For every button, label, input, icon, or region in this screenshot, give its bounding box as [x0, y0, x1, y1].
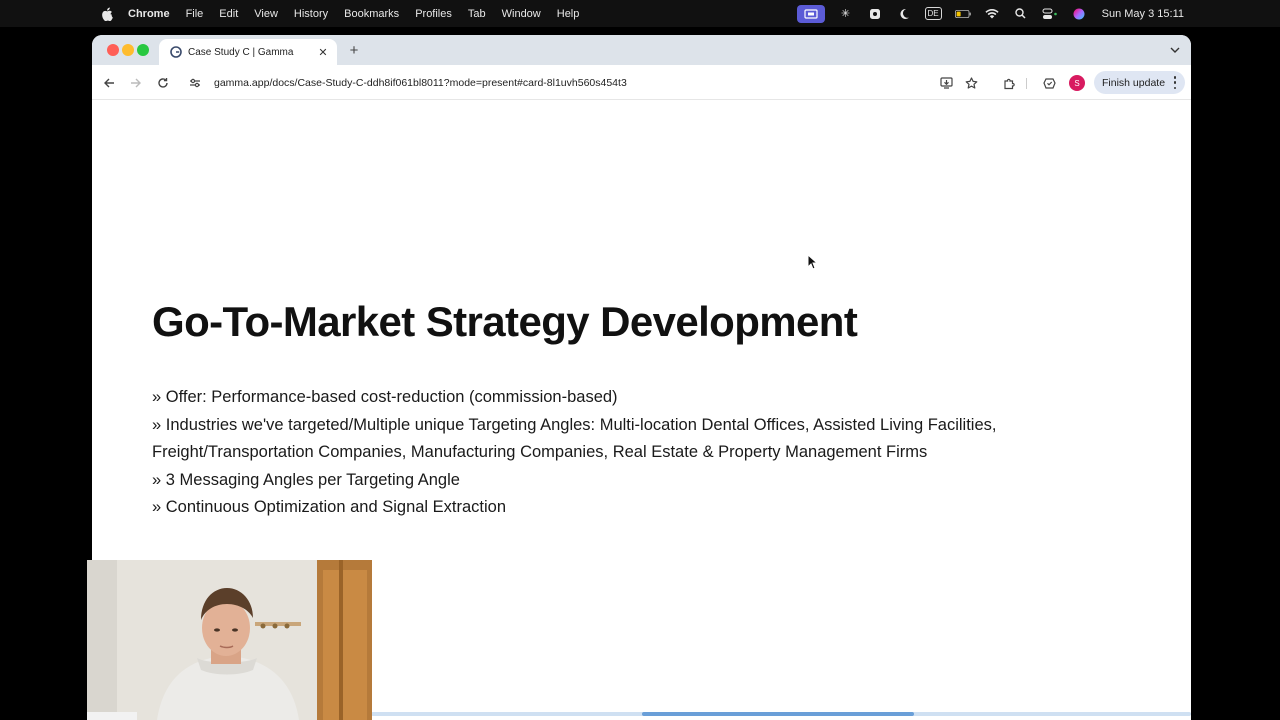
extensions-puzzle-icon[interactable] [1000, 74, 1018, 92]
site-settings-icon[interactable] [188, 76, 202, 90]
mouse-cursor-icon [807, 254, 819, 270]
keyboard-layout-badge[interactable]: DE [924, 7, 942, 20]
menu-view[interactable]: View [254, 8, 278, 20]
install-app-icon[interactable] [937, 74, 955, 92]
horizontal-scrollbar[interactable] [371, 712, 1191, 716]
chevron-down-icon[interactable] [1167, 42, 1183, 58]
reload-icon[interactable] [154, 74, 172, 92]
new-tab-icon[interactable]: + [346, 42, 362, 59]
tab-case-study-c[interactable]: Case Study C | Gamma ✕ [159, 39, 337, 65]
toolbar-divider [1026, 78, 1027, 89]
minimize-window-button[interactable] [122, 44, 134, 56]
wifi-icon[interactable] [984, 7, 1000, 21]
bullet-offer: » Offer: Performance-based cost-reductio… [152, 388, 618, 406]
menu-help[interactable]: Help [557, 8, 580, 20]
moon-icon[interactable] [896, 7, 912, 21]
more-vertical-icon[interactable] [1173, 76, 1177, 89]
tab-strip: Case Study C | Gamma ✕ + [92, 35, 1191, 65]
close-tab-icon[interactable]: ✕ [315, 44, 331, 60]
presenter-video-image [87, 560, 372, 720]
menu-file[interactable]: File [186, 8, 204, 20]
control-center-icon[interactable] [1042, 7, 1058, 21]
finish-update-label: Finish update [1102, 76, 1166, 89]
close-window-button[interactable] [107, 44, 119, 56]
scrollbar-thumb[interactable] [642, 712, 914, 716]
url-text[interactable]: gamma.app/docs/Case-Study-C-ddh8if061bl8… [214, 77, 627, 89]
bullet-optimization: » Continuous Optimization and Signal Ext… [152, 498, 507, 516]
screen-share-icon[interactable] [796, 4, 825, 23]
battery-icon[interactable] [954, 7, 971, 21]
webcam-video-overlay [87, 560, 372, 720]
clock[interactable]: Sun May 3 15:11 [1102, 8, 1184, 20]
forward-arrow-icon[interactable] [127, 74, 145, 92]
browser-toolbar: gamma.app/docs/Case-Study-C-ddh8if061bl8… [92, 65, 1191, 100]
menu-profiles[interactable]: Profiles [415, 8, 452, 20]
search-icon[interactable] [1013, 7, 1029, 21]
tab-title: Case Study C | Gamma [188, 46, 294, 58]
menu-window[interactable]: Window [502, 8, 541, 20]
bullet-messaging-angles: » 3 Messaging Angles per Targeting Angle [152, 470, 460, 489]
gear-square-icon[interactable] [867, 7, 883, 21]
gamma-favicon-icon [170, 46, 182, 58]
back-arrow-icon[interactable] [100, 74, 118, 92]
finish-update-button[interactable]: Finish update [1094, 71, 1185, 94]
menu-tab[interactable]: Tab [468, 8, 486, 20]
bullet-industries: » Industries we've targeted/Multiple uni… [152, 415, 997, 462]
profile-avatar[interactable]: S [1069, 75, 1085, 91]
bullet-list: » Offer: Performance-based cost-reductio… [152, 384, 1082, 522]
bookmark-star-icon[interactable] [962, 74, 980, 92]
shield-extension-icon[interactable] [1040, 74, 1058, 92]
zoom-window-button[interactable] [137, 44, 149, 56]
slide-title: Go-To-Market Strategy Development [152, 298, 858, 345]
menu-edit[interactable]: Edit [219, 8, 238, 20]
menu-bookmarks[interactable]: Bookmarks [344, 8, 399, 20]
menu-app-name[interactable]: Chrome [128, 8, 170, 20]
sparkle-icon[interactable]: ✳ [838, 7, 854, 21]
address-bar[interactable]: gamma.app/docs/Case-Study-C-ddh8if061bl8… [178, 70, 1018, 95]
apple-icon[interactable] [100, 7, 114, 21]
menu-bar: Chrome File Edit View History Bookmarks … [0, 0, 1280, 27]
menu-history[interactable]: History [294, 8, 328, 20]
siri-icon[interactable] [1071, 7, 1087, 21]
